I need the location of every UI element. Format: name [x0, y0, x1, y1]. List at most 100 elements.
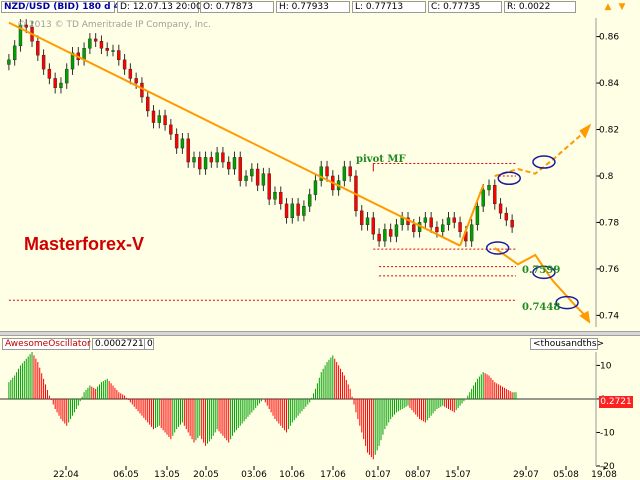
candle-body [267, 173, 271, 200]
candle-body [365, 217, 370, 225]
price-tick-label: 0.8 [599, 172, 614, 182]
candle-body [163, 115, 167, 126]
candle-body [261, 173, 266, 186]
candle-body [250, 168, 254, 177]
candle-body [186, 138, 190, 163]
candle-body [65, 68, 69, 84]
price-tick-label: 0.78 [599, 218, 619, 228]
candle-body [284, 203, 289, 219]
candle-body [412, 224, 416, 232]
panel-divider[interactable] [0, 331, 640, 336]
candle-body [117, 50, 121, 61]
candle-body [238, 157, 242, 181]
candle-body [105, 48, 109, 51]
candle-body [198, 157, 202, 170]
date-tick-label: 01.07 [365, 470, 391, 480]
candle-body [244, 175, 248, 181]
candle-body [481, 189, 485, 207]
candle-body [12, 45, 17, 61]
candle-body [400, 217, 404, 225]
target-ellipse [485, 241, 510, 255]
candle-body [290, 203, 295, 219]
candle-body [99, 41, 104, 49]
date-tick-label: 22.04 [53, 470, 79, 480]
candle-body [313, 180, 318, 195]
projection-up-path [494, 128, 588, 177]
candle-body [504, 212, 509, 221]
candle-body [203, 157, 208, 170]
oscillator-value: 0.0002721 [92, 338, 148, 350]
candle-body [88, 38, 92, 49]
candle-body [388, 229, 393, 237]
candle-body [128, 68, 133, 79]
candle-body [157, 115, 161, 123]
candle-body [146, 96, 150, 112]
target-ellipse [497, 171, 521, 186]
candle-body [169, 124, 173, 135]
price-tick-label: 0.74 [599, 311, 619, 321]
candle-body [441, 224, 445, 232]
candle-body [423, 217, 428, 223]
level-label-7599: 0.7599 [522, 265, 561, 276]
date-tick-label: 20.05 [193, 470, 219, 480]
date-tick-label: 06.05 [113, 470, 139, 480]
oscillator-name[interactable]: AwesomeOscillator [2, 338, 91, 350]
candle-body [348, 166, 352, 177]
date-tick-label: 13.05 [154, 470, 180, 480]
candle-body [221, 152, 225, 163]
candle-body [429, 217, 433, 228]
price-tick-label: 0.84 [599, 79, 619, 89]
oscillator-current-tag: 0.2721 [599, 396, 633, 408]
candle-body [446, 217, 451, 225]
candle-body [307, 194, 312, 207]
candle-body [111, 50, 115, 52]
candle-body [475, 205, 480, 225]
trend-line [8, 21, 461, 247]
date-tick-label: 08.07 [405, 470, 431, 480]
candle-body [192, 157, 196, 163]
candle-body [273, 192, 277, 200]
candle-body [487, 185, 491, 191]
arrow-up-head [579, 123, 592, 139]
candle-body [215, 152, 219, 163]
candle-body [342, 166, 347, 181]
price-tick-label: 0.82 [599, 126, 619, 136]
candle-body [371, 217, 376, 235]
price-tick-label: 0.76 [599, 265, 619, 275]
candle-body [377, 233, 381, 242]
date-tick-label: 15.07 [445, 470, 471, 480]
candle-body [174, 133, 179, 149]
osc-tick-label: -10 [600, 428, 615, 438]
candle-body [325, 166, 329, 177]
candle-body [279, 192, 283, 205]
candle-body [209, 157, 214, 163]
candle-body [255, 168, 260, 186]
date-tick-label: 17.06 [320, 470, 346, 480]
candle-body [493, 185, 497, 205]
candle-body [53, 78, 57, 88]
candle-body [93, 38, 98, 42]
candle-body [302, 205, 306, 216]
oscillator-units: <thousandths> [530, 338, 604, 350]
candle-body [41, 54, 46, 70]
candle-body [510, 219, 514, 228]
date-tick-label: 19.08 [591, 470, 617, 480]
candle-body [36, 41, 40, 56]
candle-body [360, 210, 364, 225]
candle-body [226, 161, 231, 170]
pivot-label: pivot MF [356, 154, 406, 165]
candle-body [232, 157, 237, 170]
candle-body [151, 110, 156, 123]
date-tick-label: 05.08 [553, 470, 579, 480]
osc-tick-label: 10 [600, 361, 612, 371]
target-ellipse [532, 155, 556, 169]
price-tick-label: 0.86 [599, 33, 619, 43]
oscillator-level: 0 [144, 338, 154, 350]
date-tick-label: 03.06 [241, 470, 267, 480]
candle-body [59, 82, 63, 88]
candle-body [435, 226, 439, 232]
candle-body [122, 59, 127, 70]
candle-body [134, 78, 138, 84]
level-label-7448: 0.7448 [522, 302, 561, 313]
candle-body [47, 68, 52, 79]
